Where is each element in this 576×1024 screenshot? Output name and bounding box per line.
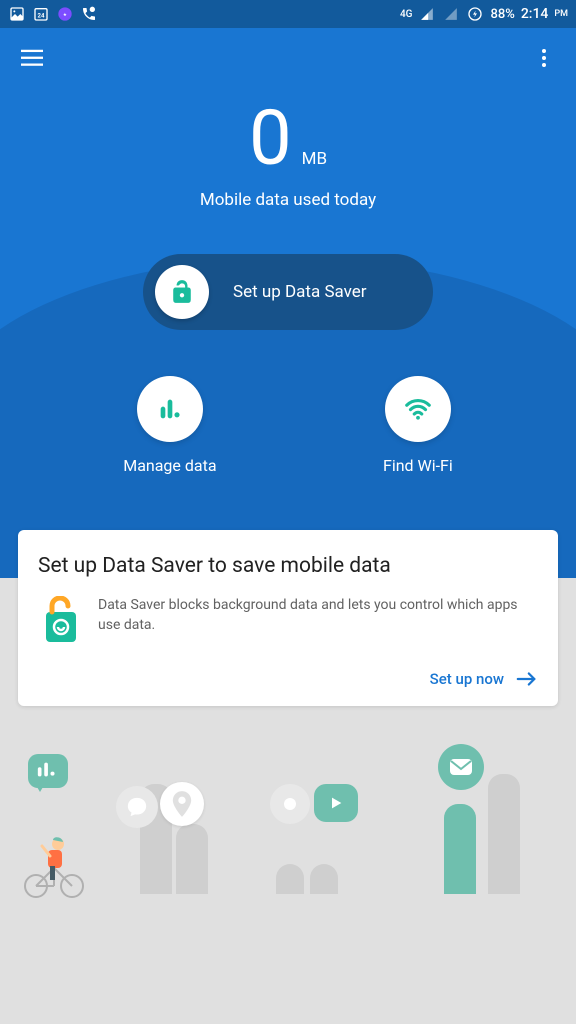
- signal-icon: [418, 5, 436, 23]
- more-vert-icon: [542, 49, 546, 67]
- topbar: [0, 28, 576, 88]
- app-badge-icon: ★: [56, 5, 74, 23]
- hamburger-icon: [21, 49, 43, 67]
- overflow-menu-button[interactable]: [528, 42, 560, 74]
- setup-now-button[interactable]: Set up now: [38, 670, 538, 688]
- status-right: 4G 88% 2:14 PM: [400, 5, 568, 23]
- usage-value: 0: [249, 100, 292, 176]
- card-title: Set up Data Saver to save mobile data: [38, 554, 538, 578]
- clock-time: 2:14: [521, 6, 549, 22]
- arrow-right-icon: [516, 671, 538, 687]
- image-icon: [8, 5, 26, 23]
- manage-data-button[interactable]: Manage data: [123, 376, 216, 475]
- data-saver-card-icon: [38, 596, 82, 646]
- data-saver-card: Set up Data Saver to save mobile data Da…: [18, 530, 558, 706]
- usage-subtitle: Mobile data used today: [0, 190, 576, 210]
- network-label: 4G: [400, 9, 413, 20]
- card-body-text: Data Saver blocks background data and le…: [98, 596, 538, 635]
- status-bar: 24 ★ 4G 88% 2:14 PM: [0, 0, 576, 28]
- find-wifi-label: Find Wi-Fi: [383, 456, 453, 475]
- phone-missed-icon: [80, 5, 98, 23]
- find-wifi-button[interactable]: Find Wi-Fi: [383, 376, 453, 475]
- setup-data-saver-button[interactable]: Set up Data Saver: [143, 254, 433, 330]
- lock-open-icon: [155, 265, 209, 319]
- bar-chart-icon: [137, 376, 203, 442]
- calendar-icon: 24: [32, 5, 50, 23]
- svg-text:24: 24: [38, 12, 45, 19]
- battery-saver-icon: [466, 5, 484, 23]
- manage-data-label: Manage data: [123, 456, 216, 475]
- decorative-illustration: [0, 744, 576, 894]
- setup-now-label: Set up now: [430, 670, 504, 688]
- status-left: 24 ★: [8, 5, 98, 23]
- clock-ampm: PM: [554, 9, 568, 19]
- menu-button[interactable]: [16, 42, 48, 74]
- signal-empty-icon: [442, 5, 460, 23]
- usage-unit: MB: [302, 149, 327, 169]
- setup-data-saver-label: Set up Data Saver: [233, 282, 367, 302]
- quick-actions: Manage data Find Wi-Fi: [0, 376, 576, 475]
- battery-percent: 88%: [490, 7, 514, 22]
- data-usage-hero: 0 MB Mobile data used today: [0, 88, 576, 210]
- wifi-icon: [385, 376, 451, 442]
- app-header-area: 0 MB Mobile data used today Set up Data …: [0, 28, 576, 518]
